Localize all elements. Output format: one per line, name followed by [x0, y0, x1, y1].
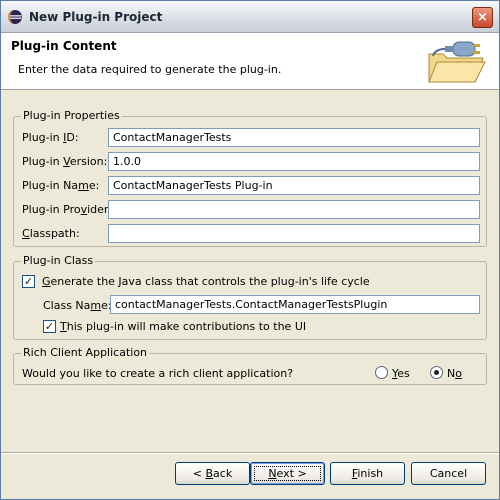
generate-class-label[interactable]: Generate the Java class that controls th…: [42, 275, 370, 288]
finish-button[interactable]: Finish: [330, 462, 405, 485]
plug-folder-icon: [428, 41, 486, 83]
plugin-version-label: Plug-in Version:: [22, 155, 108, 168]
wizard-header: Plug-in Content Enter the data required …: [1, 33, 499, 90]
close-icon: ×: [477, 10, 488, 25]
class-name-field[interactable]: contactManagerTests.ContactManagerTestsP…: [110, 295, 480, 314]
check-icon: ✓: [23, 275, 34, 288]
plugin-name-label: Plug-in Name:: [22, 179, 100, 192]
plugin-class-group: Plug-in Class ✓ Generate the Java class …: [13, 254, 487, 340]
close-button[interactable]: ×: [472, 7, 493, 28]
generate-class-checkbox[interactable]: ✓: [22, 275, 35, 288]
rcp-yes-label[interactable]: Yes: [392, 367, 410, 380]
plugin-id-label: Plug-in ID:: [22, 131, 79, 144]
new-plugin-project-dialog: New Plug-in Project × Plug-in Content En…: [0, 0, 500, 500]
focus-ring: [254, 466, 321, 481]
plugin-id-field[interactable]: ContactManagerTests: [108, 128, 480, 147]
rich-client-legend: Rich Client Application: [21, 346, 150, 359]
window-title: New Plug-in Project: [29, 10, 163, 24]
classpath-field[interactable]: [108, 224, 480, 243]
back-button[interactable]: < Back: [175, 462, 250, 485]
plugin-name-field[interactable]: ContactManagerTests Plug-in: [108, 176, 480, 195]
page-description: Enter the data required to generate the …: [18, 63, 282, 76]
plugin-version-field[interactable]: 1.0.0: [108, 152, 480, 171]
classpath-label: Classpath:: [22, 227, 80, 240]
title-bar[interactable]: New Plug-in Project ×: [1, 1, 499, 33]
plugin-provider-field[interactable]: [108, 200, 480, 219]
ui-contributions-checkbox[interactable]: ✓: [43, 320, 56, 333]
plugin-properties-group: Plug-in Properties Plug-in ID: ContactMa…: [13, 109, 487, 247]
page-title: Plug-in Content: [11, 39, 117, 53]
next-button[interactable]: Next >: [250, 462, 325, 485]
rcp-no-label[interactable]: No: [447, 367, 462, 380]
plugin-class-legend: Plug-in Class: [21, 254, 96, 267]
eclipse-icon: [8, 10, 22, 24]
check-icon: ✓: [44, 320, 55, 333]
ui-contributions-label[interactable]: This plug-in will make contributions to …: [60, 320, 306, 333]
radio-selected-dot: [434, 370, 439, 375]
rich-client-question: Would you like to create a rich client a…: [22, 367, 294, 380]
plugin-provider-label: Plug-in Provider:: [22, 203, 112, 216]
rich-client-group: Rich Client Application Would you like t…: [13, 346, 487, 385]
cancel-button[interactable]: Cancel: [411, 462, 486, 485]
rcp-yes-radio[interactable]: [375, 366, 388, 379]
rcp-no-radio[interactable]: [430, 366, 443, 379]
button-bar-separator: [1, 452, 499, 454]
plugin-properties-legend: Plug-in Properties: [21, 109, 122, 122]
class-name-label: Class Name:: [43, 299, 112, 312]
